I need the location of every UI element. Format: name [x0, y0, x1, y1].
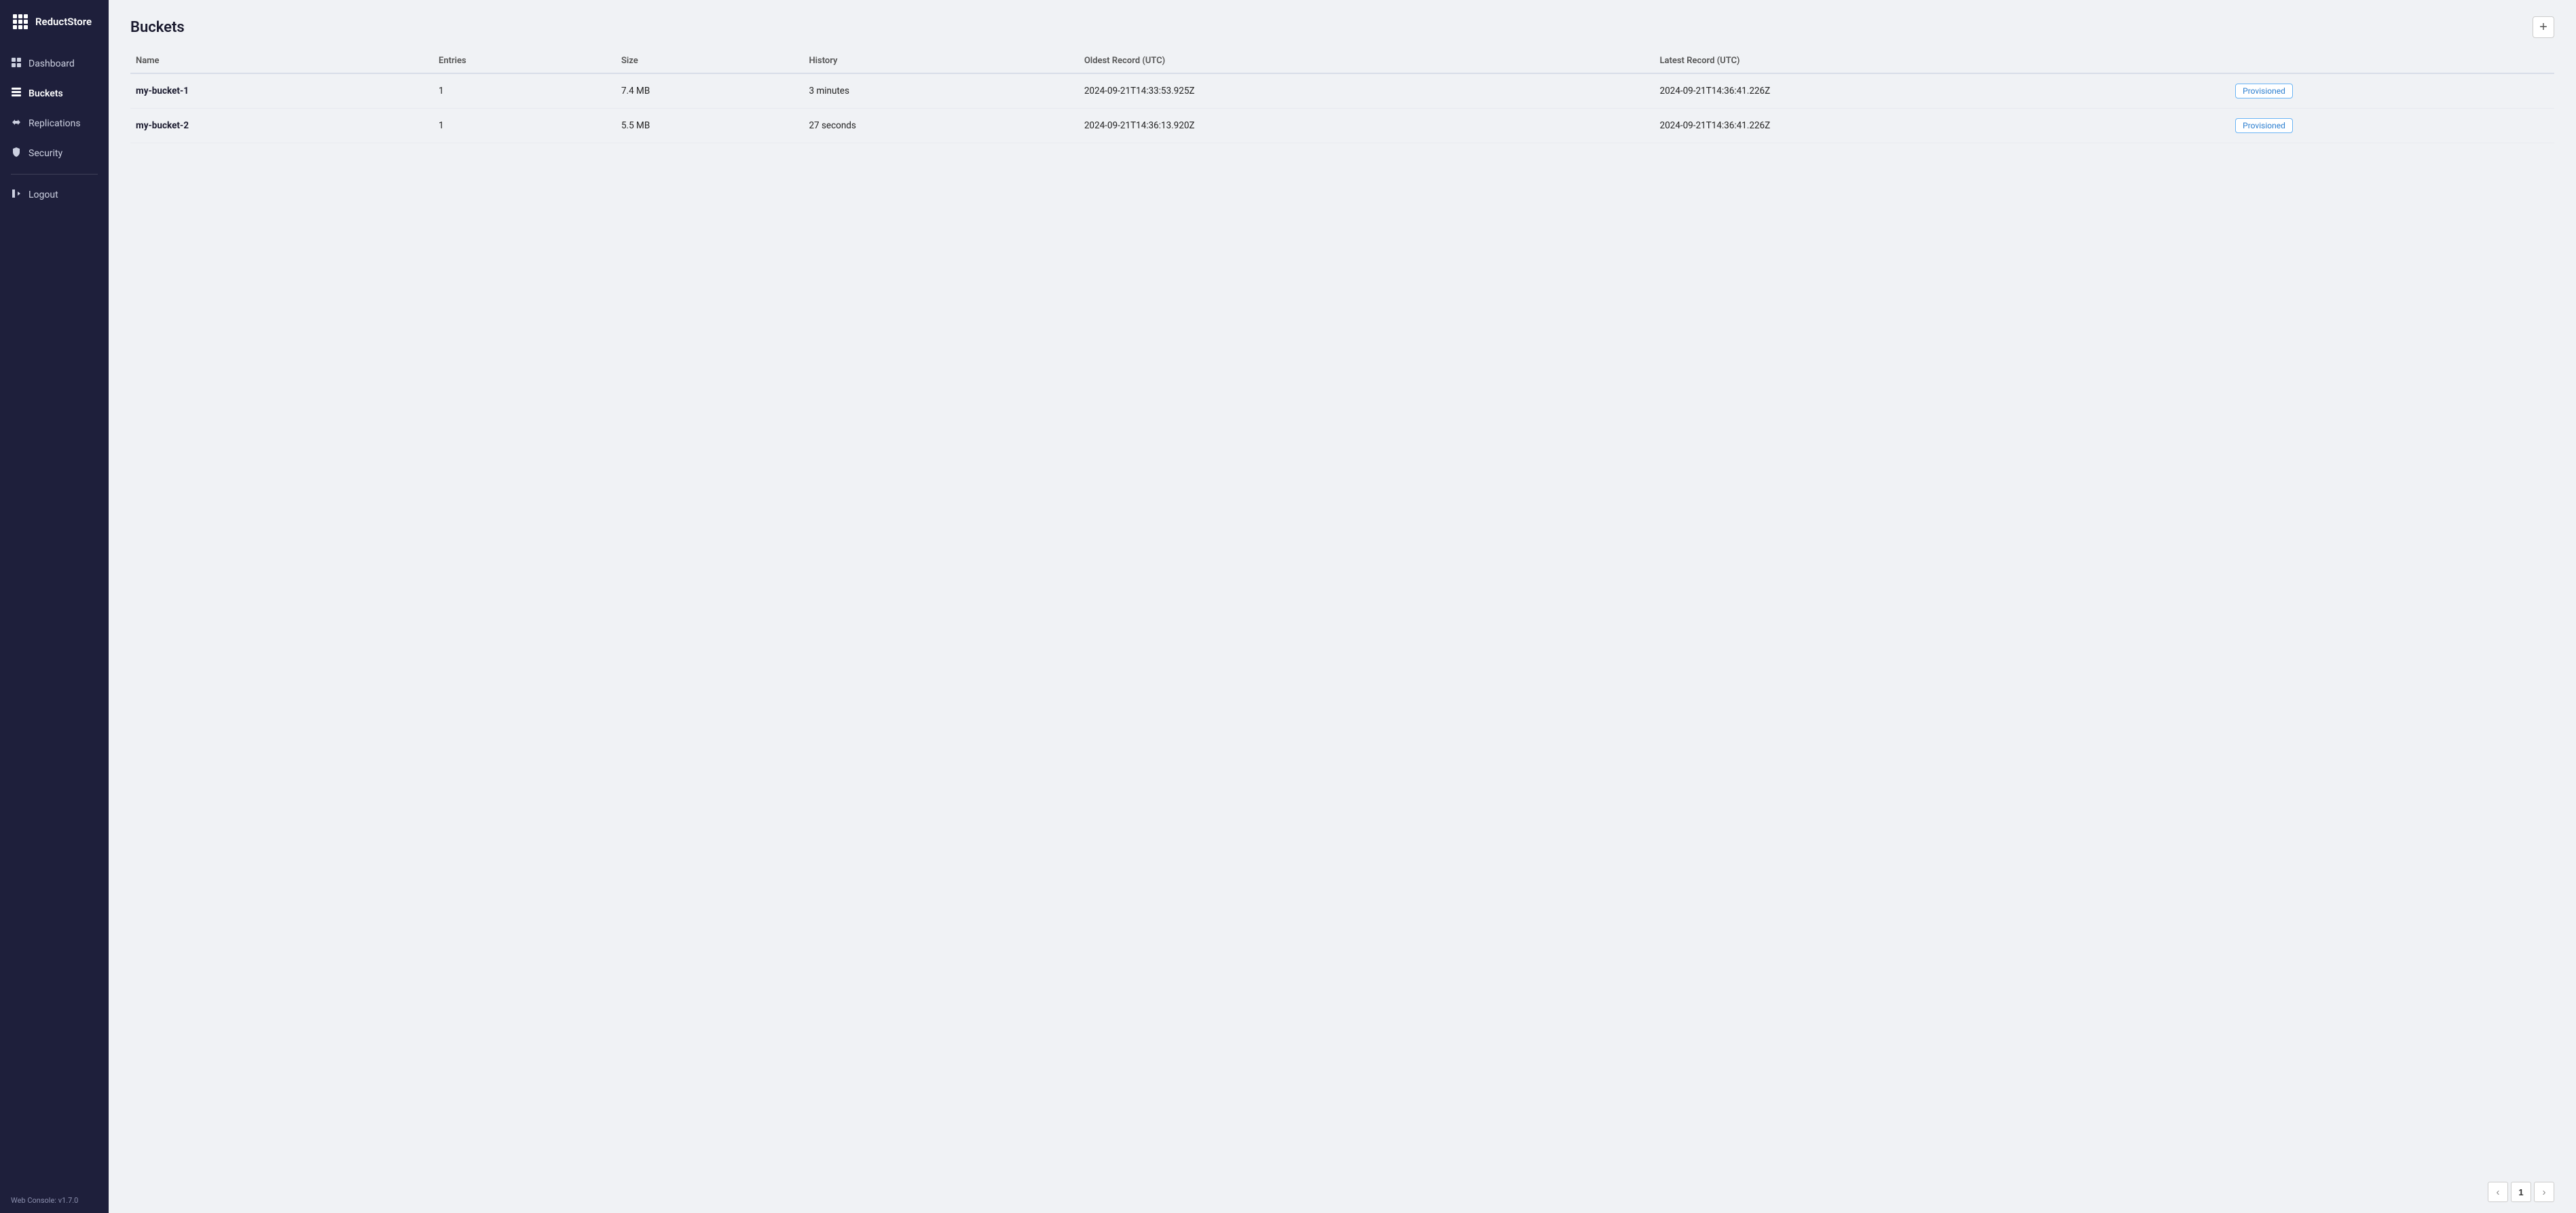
cell-name: my-bucket-1: [130, 73, 433, 109]
cell-entries: 1: [433, 73, 616, 109]
sidebar-item-buckets[interactable]: Buckets: [0, 79, 109, 109]
logout-icon: [11, 188, 22, 202]
table-header: Name Entries Size History Oldest Record …: [130, 49, 2554, 73]
main-content: Buckets + Name Entries Size History Olde…: [109, 0, 2576, 1213]
table-row[interactable]: my-bucket-1 1 7.4 MB 3 minutes 2024-09-2…: [130, 73, 2554, 109]
cell-name: my-bucket-2: [130, 109, 433, 143]
app-name: ReductStore: [35, 16, 92, 28]
provisioned-badge: Provisioned: [2235, 84, 2293, 98]
app-logo: ReductStore: [0, 0, 109, 43]
sidebar-divider: [11, 174, 98, 175]
logo-icon: [11, 12, 30, 31]
cell-entries: 1: [433, 109, 616, 143]
sidebar-item-label: Security: [29, 148, 62, 159]
logout-label: Logout: [29, 189, 58, 200]
buckets-table: Name Entries Size History Oldest Record …: [130, 49, 2554, 143]
security-icon: [11, 147, 22, 160]
col-oldest-record: Oldest Record (UTC): [1079, 49, 1655, 73]
replications-icon: [11, 117, 22, 130]
sidebar-nav: Dashboard Buckets Replications: [0, 43, 109, 1188]
dashboard-icon: [11, 57, 22, 71]
cell-size: 5.5 MB: [616, 109, 803, 143]
sidebar-item-label: Replications: [29, 118, 81, 129]
sidebar-item-logout[interactable]: Logout: [0, 180, 109, 210]
sidebar-item-label: Buckets: [29, 88, 63, 99]
table-row[interactable]: my-bucket-2 1 5.5 MB 27 seconds 2024-09-…: [130, 109, 2554, 143]
cell-latest-record: 2024-09-21T14:36:41.226Z: [1654, 73, 2230, 109]
cell-history: 3 minutes: [803, 73, 1078, 109]
cell-history: 27 seconds: [803, 109, 1078, 143]
pagination-next[interactable]: ›: [2534, 1182, 2554, 1202]
col-history: History: [803, 49, 1078, 73]
buckets-table-container: Name Entries Size History Oldest Record …: [109, 49, 2576, 1171]
version-label: Web Console: v1.7.0: [0, 1188, 109, 1213]
cell-badge: Provisioned: [2230, 73, 2554, 109]
page-title: Buckets: [130, 19, 185, 36]
cell-latest-record: 2024-09-21T14:36:41.226Z: [1654, 109, 2230, 143]
main-header: Buckets +: [109, 0, 2576, 49]
col-entries: Entries: [433, 49, 616, 73]
cell-oldest-record: 2024-09-21T14:33:53.925Z: [1079, 73, 1655, 109]
col-status: [2230, 49, 2554, 73]
provisioned-badge: Provisioned: [2235, 118, 2293, 133]
col-latest-record: Latest Record (UTC): [1654, 49, 2230, 73]
col-name: Name: [130, 49, 433, 73]
cell-badge: Provisioned: [2230, 109, 2554, 143]
sidebar: ReductStore Dashboard: [0, 0, 109, 1213]
pagination-page-1[interactable]: 1: [2511, 1182, 2531, 1202]
sidebar-item-replications[interactable]: Replications: [0, 109, 109, 139]
table-body: my-bucket-1 1 7.4 MB 3 minutes 2024-09-2…: [130, 73, 2554, 143]
sidebar-item-label: Dashboard: [29, 58, 75, 69]
pagination: ‹ 1 ›: [109, 1171, 2576, 1213]
pagination-prev[interactable]: ‹: [2488, 1182, 2508, 1202]
cell-oldest-record: 2024-09-21T14:36:13.920Z: [1079, 109, 1655, 143]
sidebar-item-security[interactable]: Security: [0, 139, 109, 168]
col-size: Size: [616, 49, 803, 73]
add-bucket-button[interactable]: +: [2533, 16, 2554, 38]
sidebar-item-dashboard[interactable]: Dashboard: [0, 49, 109, 79]
cell-size: 7.4 MB: [616, 73, 803, 109]
buckets-icon: [11, 87, 22, 101]
